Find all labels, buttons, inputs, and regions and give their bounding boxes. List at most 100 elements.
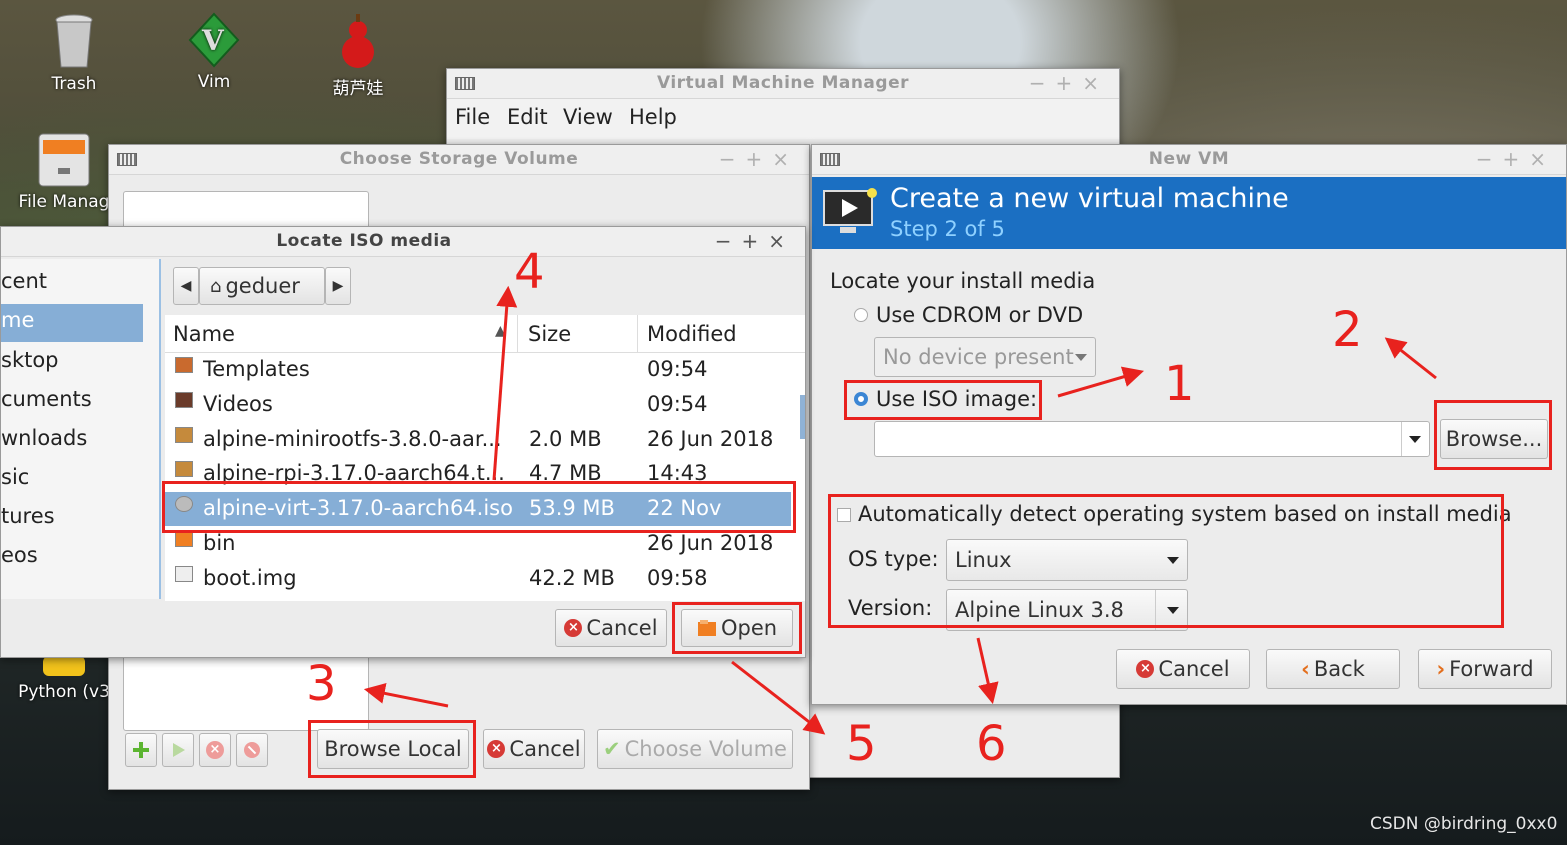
start-pool-button[interactable] — [162, 733, 194, 767]
chevron-right-icon: › — [1436, 657, 1446, 681]
vmm-titlebar[interactable]: Virtual Machine Manager −+× — [447, 69, 1119, 99]
iso-path-dropdown[interactable] — [1401, 422, 1429, 456]
cdrom-device-select[interactable]: No device present — [874, 337, 1096, 377]
file-list-header: Name ▲ Size Modified — [165, 315, 805, 353]
column-divider — [637, 315, 638, 353]
calabash-desktop-icon[interactable]: 葫芦娃 — [326, 14, 390, 99]
cancel-icon: × — [564, 619, 583, 637]
cdrom-radio[interactable] — [854, 308, 868, 322]
iso-window: Locate ISO media −+× cent me sktop cumen… — [0, 226, 806, 658]
archive-icon — [175, 426, 193, 443]
storage-titlebar[interactable]: Choose Storage Volume −+× — [109, 145, 809, 175]
annotation-2: 2 — [1332, 302, 1363, 358]
newvm-header: Create a new virtual machine Step 2 of 5 — [812, 177, 1566, 249]
delete-pool-button[interactable] — [236, 733, 268, 767]
storage-cancel-button[interactable]: × Cancel — [483, 729, 585, 769]
vmm-menubar: File Edit View Help — [447, 99, 1119, 139]
file-row[interactable]: alpine-minirootfs-3.8.0-aar... 2.0 MB 26 J… — [165, 423, 791, 457]
stop-pool-button[interactable]: × — [199, 733, 231, 767]
annotation-3: 3 — [306, 656, 337, 712]
column-name[interactable]: Name — [173, 322, 235, 346]
menu-file[interactable]: File — [455, 105, 490, 129]
no-device-label: No device present — [883, 345, 1074, 369]
vmm-title: Virtual Machine Manager — [656, 73, 909, 93]
sidebar-item-downloads[interactable]: wnloads — [1, 422, 161, 460]
window-controls[interactable]: −+× — [719, 147, 799, 171]
check-icon: ✔ — [603, 737, 621, 761]
column-modified[interactable]: Modified — [647, 322, 737, 346]
file-name: alpine-minirootfs-3.8.0-aar... — [203, 426, 502, 451]
file-size: 2.0 MB — [529, 426, 602, 451]
delete-icon — [244, 742, 260, 758]
sidebar-item-desktop[interactable]: sktop — [1, 344, 161, 382]
sidebar-item-videos[interactable]: eos — [1, 539, 161, 577]
file-name: boot.img — [203, 565, 297, 590]
storage-cancel-label: Cancel — [509, 737, 581, 761]
sidebar-item-music[interactable]: sic — [1, 461, 161, 499]
add-pool-button[interactable] — [125, 733, 157, 767]
file-row[interactable]: Templates 09:54 — [165, 353, 791, 387]
newvm-cancel-button[interactable]: × Cancel — [1116, 649, 1250, 689]
file-list[interactable]: Name ▲ Size Modified Templates 09:54 Video… — [165, 315, 805, 601]
python-desktop-icon[interactable]: Python (v3 — [16, 656, 112, 702]
sidebar-item-documents[interactable]: cuments — [1, 383, 161, 421]
sidebar-item-pictures[interactable]: tures — [1, 500, 161, 538]
file-icon — [175, 565, 193, 582]
python-icon — [43, 656, 85, 676]
file-rows: Templates 09:54 Videos 09:54 alpine-miniroot… — [165, 353, 791, 601]
window-controls[interactable]: −+× — [1029, 71, 1109, 95]
python-label: Python (v3 — [18, 682, 110, 702]
file-row[interactable]: Videos 09:54 — [165, 388, 791, 422]
iso-cancel-button[interactable]: × Cancel — [555, 609, 667, 647]
path-back-button[interactable]: ◀ — [173, 267, 199, 305]
chevron-down-icon — [1075, 354, 1087, 361]
trash-label: Trash — [51, 74, 97, 94]
sidebar-item-home[interactable]: me — [1, 304, 143, 342]
watermark: CSDN @birdring_0xx0 — [1370, 814, 1558, 834]
file-modified: 09:54 — [647, 391, 708, 416]
iso-path-input[interactable] — [874, 421, 1430, 457]
trash-desktop-icon[interactable]: Trash — [44, 12, 104, 94]
annotation-1: 1 — [1164, 356, 1195, 412]
path-bar: ◀ ⌂ geduer ▶ — [173, 267, 353, 305]
iso-titlebar[interactable]: Locate ISO media −+× — [1, 227, 805, 257]
file-manager-desktop-icon[interactable]: File Manag — [16, 132, 112, 212]
annotation-box-selected-file — [162, 481, 796, 533]
newvm-title: New VM — [1148, 149, 1230, 169]
path-home-button[interactable]: ⌂ geduer — [199, 267, 325, 305]
cdrom-label: Use CDROM or DVD — [876, 303, 1084, 327]
archive-icon — [175, 461, 193, 478]
window-controls[interactable]: −+× — [715, 229, 795, 253]
vim-label: Vim — [197, 72, 231, 92]
window-controls[interactable]: −+× — [1476, 147, 1556, 171]
column-divider — [517, 315, 518, 353]
path-home-label: geduer — [225, 274, 300, 298]
scrollbar[interactable] — [800, 395, 805, 439]
path-forward-button[interactable]: ▶ — [325, 267, 351, 305]
file-modified: 26 Jun 2018 — [647, 426, 774, 451]
chevron-down-icon — [1409, 436, 1421, 443]
vim-desktop-icon[interactable]: V Vim — [184, 12, 244, 92]
choose-volume-button[interactable]: ✔ Choose Volume — [597, 729, 793, 769]
file-manager-label: File Manag — [18, 192, 110, 212]
iso-title: Locate ISO media — [276, 231, 452, 251]
back-button[interactable]: ‹ Back — [1266, 649, 1400, 689]
home-icon: ⌂ — [210, 275, 222, 297]
folder-templates-icon — [175, 357, 193, 373]
newvm-header-step: Step 2 of 5 — [890, 217, 1005, 241]
file-row[interactable]: boot.img 42.2 MB 09:58 — [165, 562, 791, 596]
menu-edit[interactable]: Edit — [507, 105, 548, 129]
column-size[interactable]: Size — [528, 322, 571, 346]
calabash-label: 葫芦娃 — [332, 79, 384, 99]
back-label: Back — [1313, 657, 1365, 681]
svg-text:V: V — [201, 24, 225, 57]
filing-cabinet-icon — [38, 133, 90, 187]
file-size: 42.2 MB — [529, 565, 615, 590]
menu-view[interactable]: View — [563, 105, 613, 129]
newvm-titlebar[interactable]: New VM −+× — [812, 145, 1566, 175]
storage-title: Choose Storage Volume — [339, 149, 579, 169]
menu-help[interactable]: Help — [629, 105, 677, 129]
forward-button[interactable]: › Forward — [1418, 649, 1552, 689]
sidebar-item-recent[interactable]: cent — [1, 265, 161, 303]
annotation-box-os-detect — [828, 494, 1504, 628]
